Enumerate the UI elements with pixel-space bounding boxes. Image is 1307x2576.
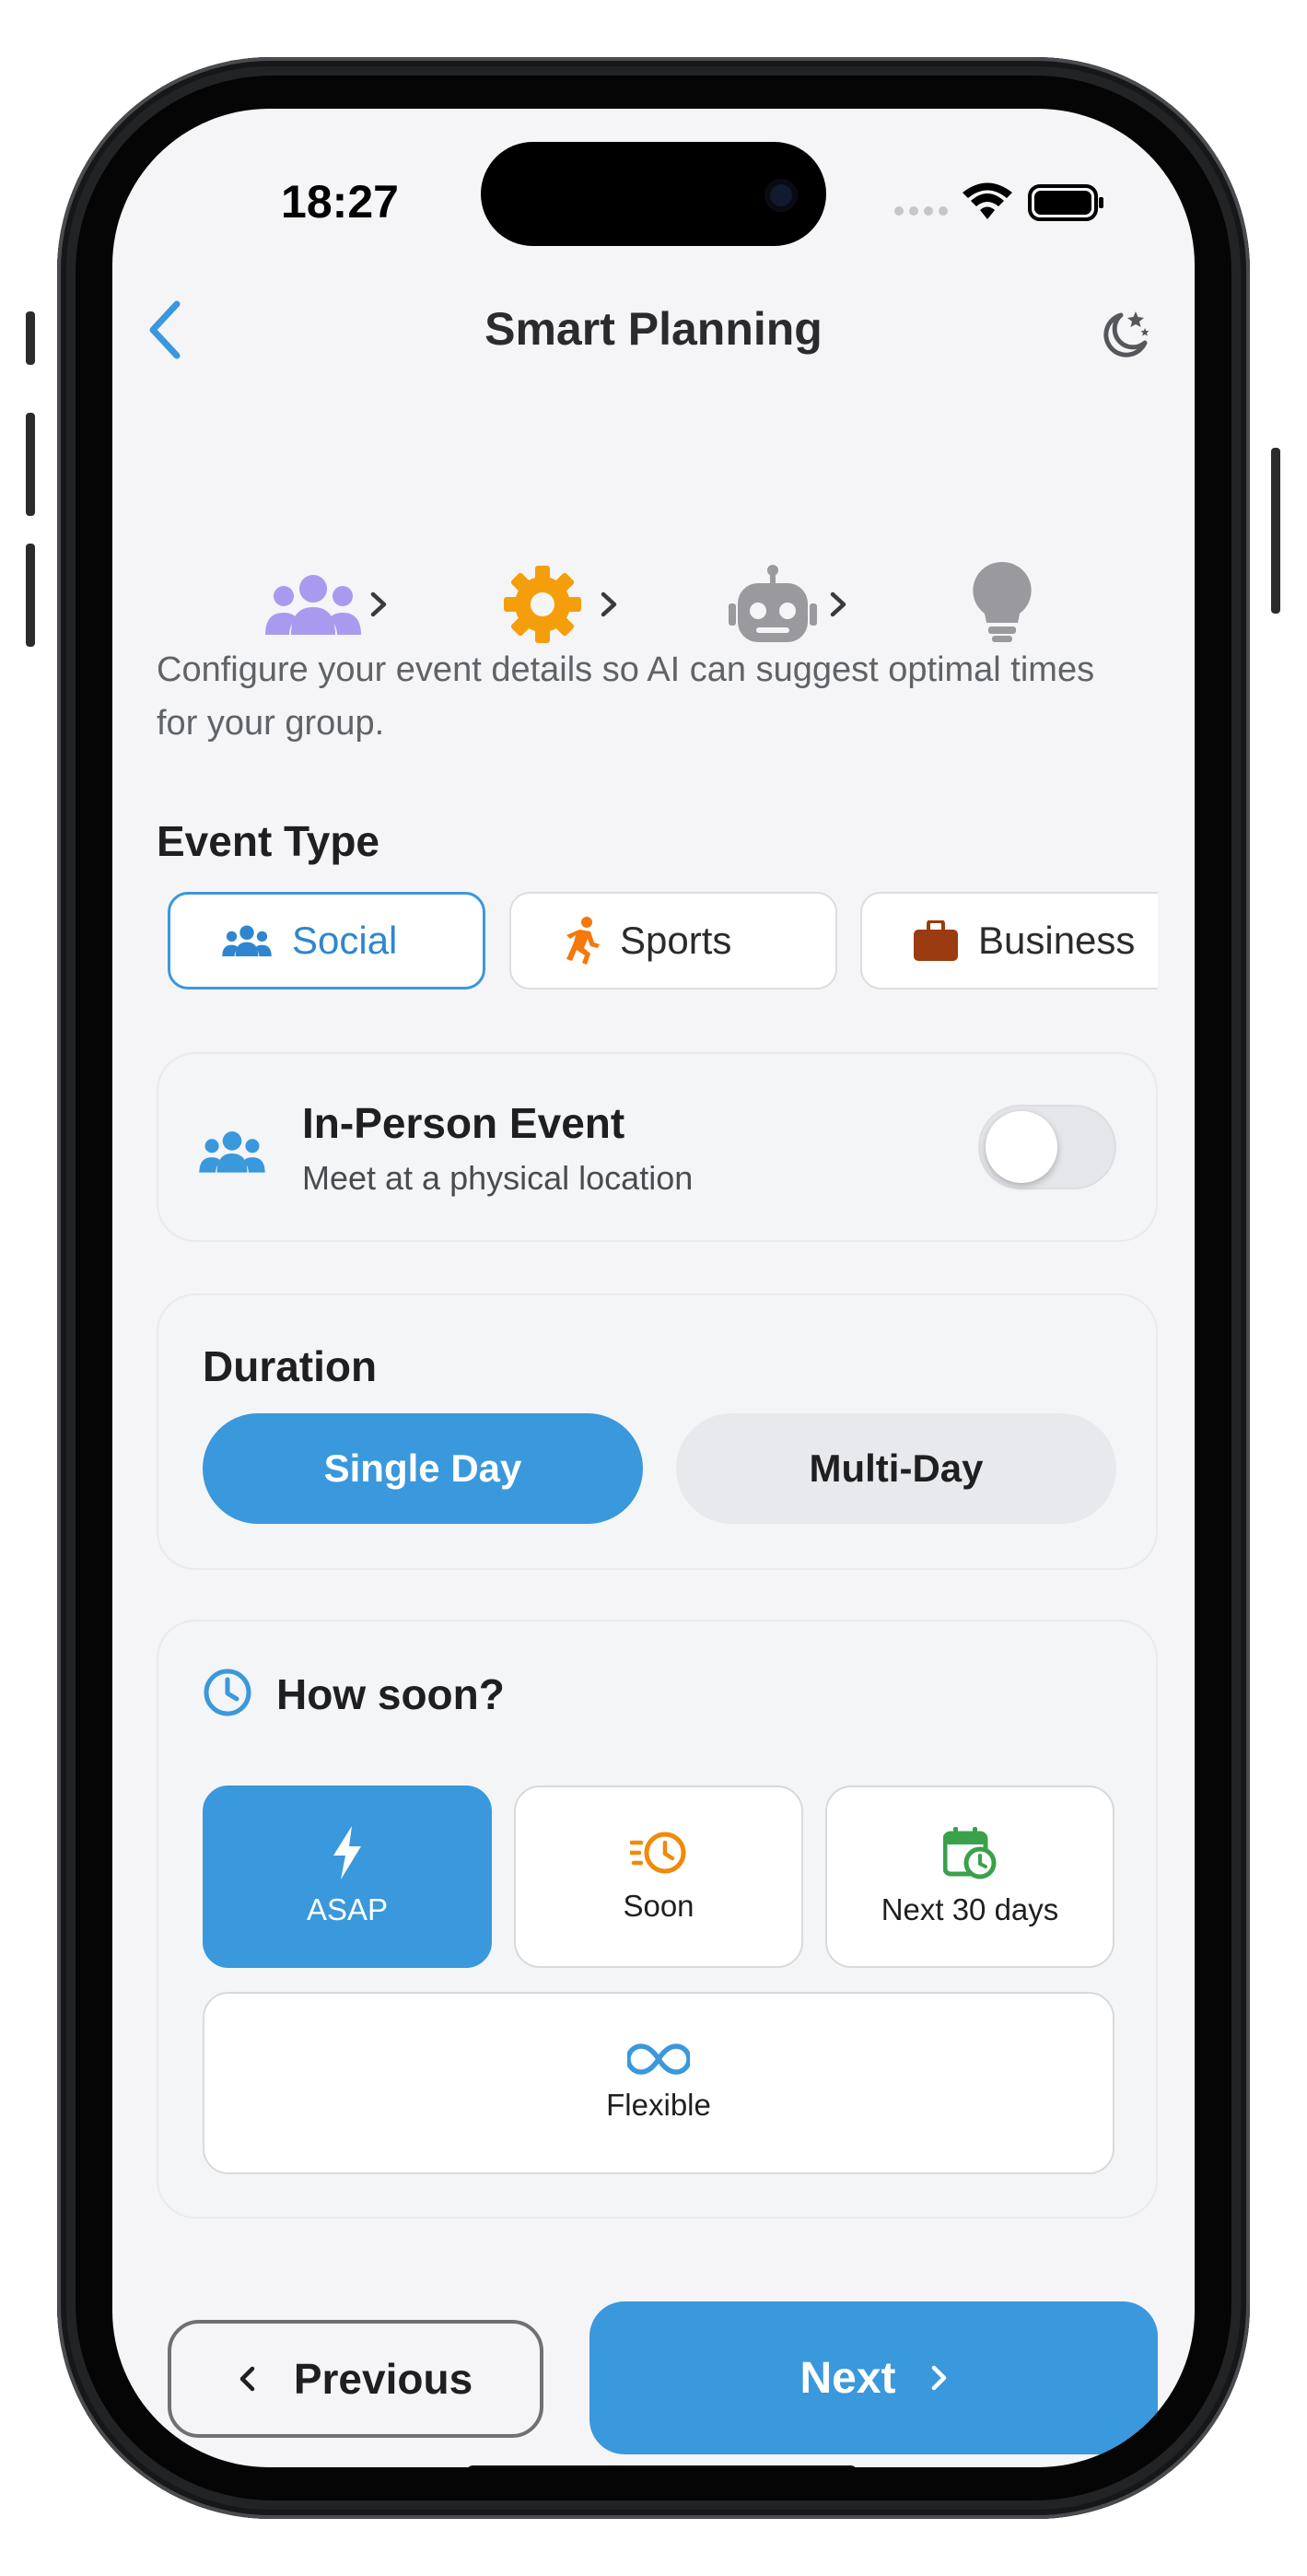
briefcase-icon <box>914 920 958 961</box>
battery-icon <box>1028 184 1105 226</box>
step-suggestions <box>951 551 1053 652</box>
settings-icon <box>504 566 581 643</box>
lightbulb-icon <box>973 561 1032 642</box>
step-participants <box>263 554 364 655</box>
power-button <box>1271 448 1280 614</box>
step-separator-icon <box>590 586 627 623</box>
theme-toggle-button[interactable] <box>1089 298 1162 371</box>
how-soon-soon[interactable]: Soon <box>514 1786 803 1968</box>
duration-label: Duration <box>203 1342 378 1390</box>
intro-text: Configure your event details so AI can s… <box>157 650 1095 743</box>
chip-label: Social <box>292 919 398 962</box>
event-type-social[interactable]: Social <box>168 892 485 989</box>
how-soon-label: How soon? <box>276 1670 505 1718</box>
group-icon <box>265 575 361 635</box>
cellular-signal-icon <box>893 205 951 222</box>
option-label: Soon <box>623 1889 694 1923</box>
event-type-sports[interactable]: Sports <box>509 892 837 989</box>
in-person-toggle[interactable] <box>978 1105 1116 1189</box>
moon-stars-icon <box>1103 311 1149 357</box>
infinity-icon <box>627 2043 690 2075</box>
app-screen: 18:27 Smart Planning Configure your even… <box>112 109 1195 2467</box>
home-indicator <box>466 2465 858 2467</box>
next-label: Next <box>799 2353 896 2403</box>
action-button <box>26 311 35 365</box>
status-time: 18:27 <box>281 176 399 228</box>
how-soon-card: How soon? ASAP Soon Next 30 days Flexibl… <box>157 1620 1158 2219</box>
group-icon <box>199 1131 265 1173</box>
how-soon-asap[interactable]: ASAP <box>203 1786 492 1968</box>
in-person-subtitle: Meet at a physical location <box>302 1159 694 1197</box>
dynamic-island <box>481 142 826 246</box>
option-label: Flexible <box>606 2088 711 2122</box>
duration-single-day[interactable]: Single Day <box>203 1413 643 1524</box>
event-type-business[interactable]: Business <box>860 892 1158 989</box>
duration-multi-day[interactable]: Multi-Day <box>676 1413 1116 1524</box>
chevron-left-icon <box>239 2366 255 2392</box>
wifi-icon <box>962 182 1013 228</box>
step-separator-icon <box>820 586 857 623</box>
in-person-card: In-Person Event Meet at a physical locat… <box>157 1052 1158 1242</box>
calendar-clock-icon <box>943 1827 997 1879</box>
toggle-knob <box>986 1111 1057 1183</box>
volume-up-button <box>26 413 35 516</box>
bolt-icon <box>333 1826 361 1879</box>
step-configure <box>492 554 593 655</box>
how-soon-next-30-days[interactable]: Next 30 days <box>825 1786 1114 1968</box>
chevron-right-icon <box>931 2365 946 2391</box>
event-type-label: Event Type <box>157 817 379 865</box>
previous-button[interactable]: Previous <box>168 2320 543 2438</box>
option-label: Next 30 days <box>881 1892 1059 1926</box>
camera-dot <box>764 179 798 212</box>
chip-label: Business <box>978 919 1136 962</box>
step-separator-icon <box>360 586 397 623</box>
clock-icon <box>204 1669 251 1716</box>
robot-icon <box>729 565 817 642</box>
option-label: ASAP <box>306 1892 389 1926</box>
chip-label: Sports <box>620 919 732 962</box>
volume-down-button <box>26 544 35 647</box>
duration-card: Duration Single Day Multi-Day <box>157 1294 1158 1570</box>
next-button[interactable]: Next <box>589 2301 1158 2454</box>
in-person-title: In-Person Event <box>302 1099 625 1147</box>
group-icon <box>222 925 272 956</box>
previous-label: Previous <box>293 2355 473 2403</box>
step-ai <box>722 554 823 655</box>
event-type-scroll: Business <box>860 892 1158 993</box>
fast-clock-icon <box>630 1832 686 1874</box>
page-title: Smart Planning <box>484 303 823 355</box>
how-soon-flexible[interactable]: Flexible <box>203 1992 1114 2174</box>
running-icon <box>566 917 600 965</box>
